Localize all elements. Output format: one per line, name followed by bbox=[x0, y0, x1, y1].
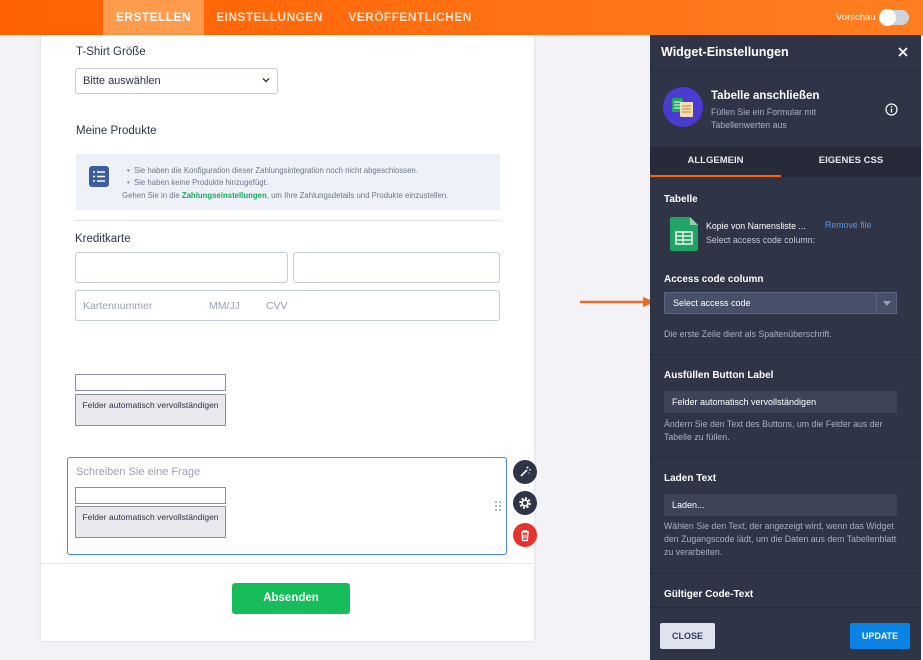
access-code-input-2[interactable] bbox=[75, 487, 226, 504]
divider bbox=[75, 220, 500, 221]
autofill-button[interactable]: Felder automatisch vervollständigen bbox=[75, 394, 226, 426]
tab-veroeffentlichen[interactable]: VERÖFFENTLICHEN bbox=[335, 0, 485, 35]
tab-einstellungen[interactable]: EINSTELLUNGEN bbox=[204, 0, 335, 35]
card-separator bbox=[41, 563, 534, 564]
info-hint: Gehen Sie in die Zahlungseinstellungen, … bbox=[122, 191, 448, 200]
info-hint-before: Gehen Sie in die bbox=[122, 191, 180, 200]
file-subtitle: Select access code column: bbox=[706, 235, 816, 245]
magic-wand-icon bbox=[520, 466, 531, 477]
fill-button-label-heading: Ausfüllen Button Label bbox=[664, 370, 774, 381]
access-code-column-select[interactable]: Select access code bbox=[664, 292, 897, 314]
chevron-down-icon bbox=[262, 78, 270, 83]
tshirt-size-label: T-Shirt Größe bbox=[76, 46, 146, 58]
trash-icon bbox=[521, 529, 529, 541]
section-separator bbox=[650, 573, 921, 574]
file-name: Kopie von Namensliste ... bbox=[706, 221, 806, 231]
remove-file-link[interactable]: Remove file bbox=[825, 220, 871, 230]
header-separator bbox=[650, 70, 921, 71]
list-icon bbox=[89, 166, 109, 187]
access-code-column-value: Select access code bbox=[673, 298, 751, 308]
expiry-placeholder: MM/JJ bbox=[209, 300, 240, 312]
panel-footer: CLOSE UPDATE bbox=[650, 607, 921, 660]
widget-logo-icon bbox=[663, 87, 703, 127]
payment-info-box: Sie haben die Konfiguration dieser Zahlu… bbox=[76, 154, 500, 210]
widget-name: Tabelle anschließen bbox=[711, 90, 820, 102]
tshirt-size-value: Bitte auswählen bbox=[83, 75, 161, 87]
access-code-column-label: Access code column bbox=[664, 274, 764, 285]
access-code-hint: Die erste Zeile dient als Spaltenübersch… bbox=[664, 329, 832, 339]
gear-icon bbox=[519, 497, 531, 509]
panel-tabs: ALLGEMEIN EIGENES CSS bbox=[650, 147, 921, 177]
fill-button-label-input[interactable]: Felder automatisch vervollständigen bbox=[664, 391, 897, 413]
drag-handle-icon[interactable] bbox=[494, 500, 502, 512]
preview-toggle[interactable] bbox=[879, 9, 909, 26]
section-separator bbox=[650, 457, 921, 458]
payment-settings-link[interactable]: Zahlungseinstellungen bbox=[182, 191, 267, 200]
valid-code-text-label: Gültiger Code-Text bbox=[664, 589, 754, 600]
info-icon[interactable] bbox=[885, 103, 898, 116]
tab-erstellen[interactable]: ERSTELLEN bbox=[103, 0, 204, 35]
panel-title: Widget-Einstellungen bbox=[661, 45, 789, 59]
loading-text-input[interactable]: Laden... bbox=[664, 494, 897, 516]
panel-settings-scroll[interactable]: Tabelle Kopie von Namensliste ... Remove… bbox=[650, 177, 921, 607]
widget-settings-panel: Widget-Einstellungen Tabelle anschließen… bbox=[650, 35, 923, 660]
toggle-knob bbox=[879, 9, 896, 26]
loading-text-hint: Wählen Sie den Text, der angezeigt wird,… bbox=[664, 521, 897, 557]
info-hint-after: , um Ihre Zahlungsdetails und Produkte e… bbox=[266, 191, 449, 200]
widget-description: Füllen Sie ein Formular mit Tabellenwert… bbox=[711, 107, 817, 130]
card-details-input[interactable]: Kartennummer MM/JJ CVV bbox=[75, 290, 500, 321]
settings-button[interactable] bbox=[513, 491, 537, 515]
credit-card-label: Kreditkarte bbox=[75, 233, 131, 245]
submit-button[interactable]: Absenden bbox=[232, 583, 350, 614]
top-navigation-bar: ERSTELLEN EINSTELLUNGEN VERÖFFENTLICHEN … bbox=[0, 0, 923, 35]
question-placeholder: Schreiben Sie eine Frage bbox=[76, 466, 201, 478]
my-products-label: Meine Produkte bbox=[76, 125, 157, 137]
triangle-down-icon bbox=[883, 301, 891, 306]
fill-button-hint: Ändern Sie den Text des Buttons, um die … bbox=[664, 419, 883, 442]
table-label: Tabelle bbox=[664, 194, 698, 205]
card-number-placeholder: Kartennummer bbox=[83, 300, 153, 312]
delete-button[interactable] bbox=[513, 523, 537, 547]
update-button[interactable]: UPDATE bbox=[850, 623, 910, 649]
spreadsheet-icon bbox=[670, 217, 698, 251]
cardholder-last-name-input[interactable] bbox=[293, 252, 500, 283]
access-code-input[interactable] bbox=[75, 374, 226, 391]
info-line-1: Sie haben die Konfiguration dieser Zahlu… bbox=[127, 166, 418, 175]
close-icon[interactable] bbox=[897, 46, 909, 58]
tshirt-size-select[interactable]: Bitte auswählen bbox=[75, 68, 278, 94]
preview-label: Vorschau bbox=[836, 12, 876, 23]
info-line-2: Sie haben keine Produkte hinzugefügt. bbox=[127, 178, 268, 187]
tab-allgemein[interactable]: ALLGEMEIN bbox=[650, 147, 781, 177]
cvv-placeholder: CVV bbox=[266, 300, 288, 312]
magic-wand-button[interactable] bbox=[513, 460, 537, 484]
section-separator bbox=[650, 354, 921, 355]
loading-text-label: Laden Text bbox=[664, 473, 717, 484]
cardholder-first-name-input[interactable] bbox=[75, 252, 288, 283]
autofill-button-2[interactable]: Felder automatisch vervollständigen bbox=[75, 506, 226, 538]
pointer-arrow-icon bbox=[580, 297, 656, 307]
close-button[interactable]: CLOSE bbox=[660, 623, 715, 649]
dropdown-arrow bbox=[876, 293, 896, 313]
tab-eigenes-css[interactable]: EIGENES CSS bbox=[781, 147, 921, 177]
